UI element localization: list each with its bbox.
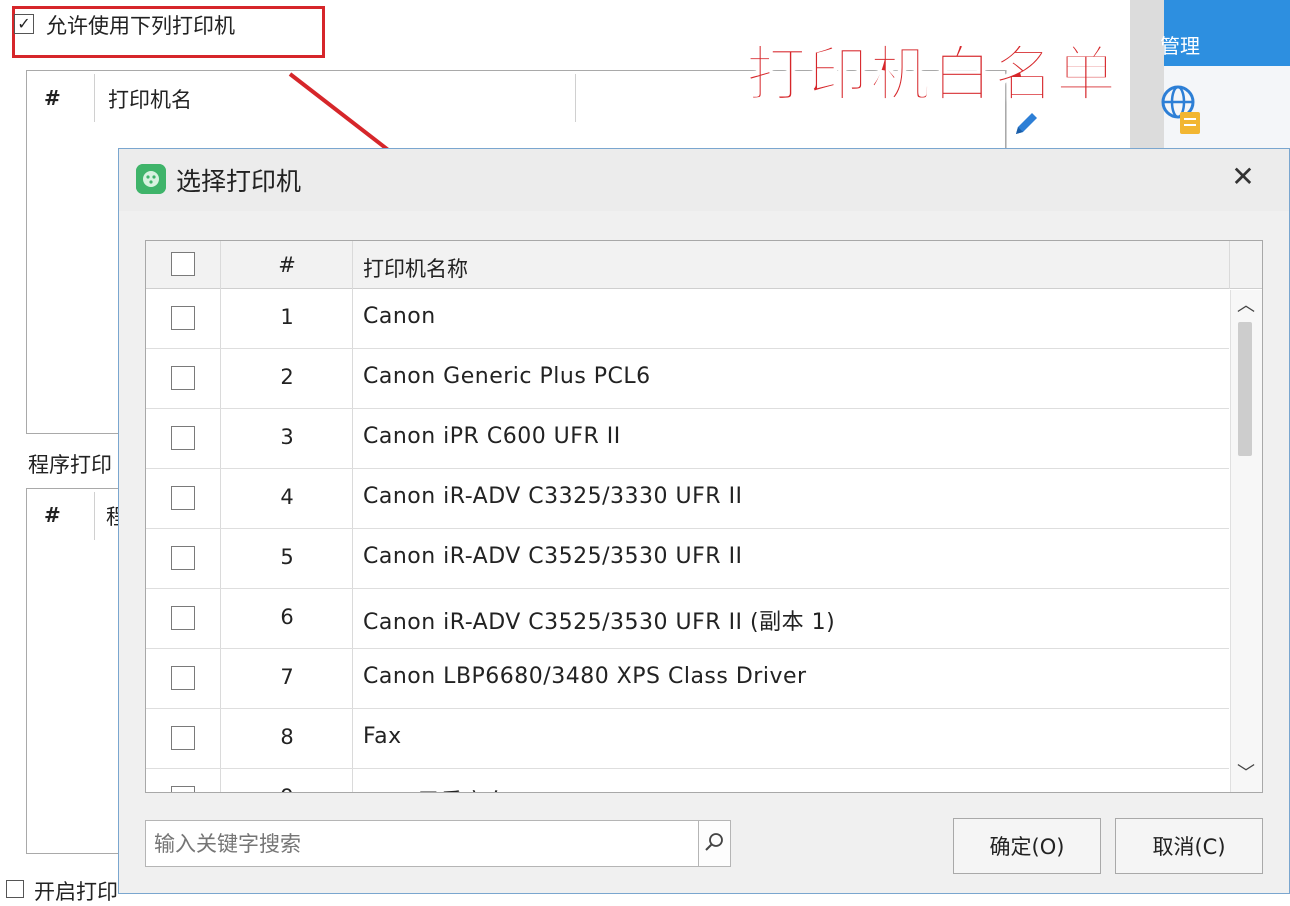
row-number: 6: [280, 605, 294, 629]
table-row[interactable]: 3 Canon iPR C600 UFR II: [146, 409, 1230, 469]
search-input[interactable]: [145, 820, 699, 867]
column-divider: [1229, 241, 1230, 289]
program-print-section-label: 程序打印: [28, 453, 112, 477]
row-number: 7: [280, 665, 294, 689]
enable-print-label: 开启打印: [34, 880, 118, 904]
row-number: 5: [280, 545, 294, 569]
row-number: 2: [280, 365, 294, 389]
list1-header-divider: [94, 74, 95, 122]
app-icon: [136, 164, 166, 194]
row-checkbox[interactable]: [171, 726, 195, 750]
row-checkbox[interactable]: [171, 546, 195, 570]
annotation-title: 打印机白名单: [745, 39, 1118, 111]
header-number: #: [278, 253, 296, 277]
row-printer-name: Canon iR-ADV C3525/3530 UFR II (副本 1): [363, 610, 836, 635]
row-number: 3: [280, 425, 294, 449]
scroll-down-icon[interactable]: ﹀: [1232, 760, 1260, 788]
search-icon: [705, 833, 723, 851]
select-all-checkbox[interactable]: [171, 252, 195, 276]
row-checkbox[interactable]: [171, 426, 195, 450]
row-checkbox[interactable]: [171, 486, 195, 510]
ok-button[interactable]: 确定(O): [953, 818, 1101, 874]
row-checkbox[interactable]: [171, 366, 195, 390]
row-printer-name: Fax (已重定向 4): [363, 784, 539, 792]
table-row[interactable]: 4 Canon iR-ADV C3325/3330 UFR II: [146, 469, 1230, 529]
row-number: 1: [280, 305, 294, 329]
row-printer-name: Canon LBP6680/3480 XPS Class Driver: [363, 664, 807, 689]
row-number: 8: [280, 725, 294, 749]
table-row[interactable]: 5 Canon iR-ADV C3525/3530 UFR II: [146, 529, 1230, 589]
row-checkbox[interactable]: [171, 306, 195, 330]
table-row[interactable]: 7 Canon LBP6680/3480 XPS Class Driver: [146, 649, 1230, 709]
allow-printers-label: 允许使用下列打印机: [46, 14, 235, 38]
table-row[interactable]: 1 Canon: [146, 289, 1230, 349]
scrollbar-thumb[interactable]: [1238, 322, 1252, 456]
row-number: 9: [221, 785, 353, 792]
close-icon[interactable]: ✕: [1226, 160, 1260, 194]
row-printer-name: Canon iR-ADV C3325/3330 UFR II: [363, 484, 743, 509]
list2-header-divider: [94, 492, 95, 540]
table-row[interactable]: 2 Canon Generic Plus PCL6: [146, 349, 1230, 409]
row-number: 4: [280, 485, 294, 509]
network-globe-icon: [1161, 85, 1200, 134]
scroll-up-icon[interactable]: ︿: [1232, 292, 1260, 320]
window-scroll-edge: [1130, 0, 1164, 150]
list1-header-divider: [575, 74, 576, 122]
row-printer-name: Canon iR-ADV C3525/3530 UFR II: [363, 544, 743, 569]
row-printer-name: Fax: [363, 724, 402, 749]
table-row[interactable]: 6 Canon iR-ADV C3525/3530 UFR II (副本 1): [146, 589, 1230, 649]
row-printer-name: Canon: [363, 304, 436, 329]
table-row[interactable]: 8 Fax: [146, 709, 1230, 769]
list2-header-number: #: [44, 503, 61, 527]
list1-header-number: #: [44, 86, 61, 110]
list1-header-name: 打印机名: [108, 88, 192, 112]
cancel-button[interactable]: 取消(C): [1115, 818, 1263, 874]
row-checkbox[interactable]: [171, 666, 195, 690]
search-button[interactable]: [698, 820, 731, 867]
row-checkbox[interactable]: [171, 786, 195, 792]
row-printer-name: Canon iPR C600 UFR II: [363, 424, 621, 449]
management-header-text: 管理: [1160, 34, 1200, 58]
enable-print-checkbox[interactable]: [6, 880, 24, 898]
dialog-title: 选择打印机: [176, 167, 302, 196]
program-print-list[interactable]: [26, 488, 126, 854]
table-row[interactable]: 9 Fax (已重定向 4): [146, 769, 1230, 792]
row-checkbox[interactable]: [171, 606, 195, 630]
header-printer-name: 打印机名称: [363, 257, 468, 281]
row-printer-name: Canon Generic Plus PCL6: [363, 364, 651, 389]
allow-printers-checkbox[interactable]: ✓: [14, 14, 34, 34]
